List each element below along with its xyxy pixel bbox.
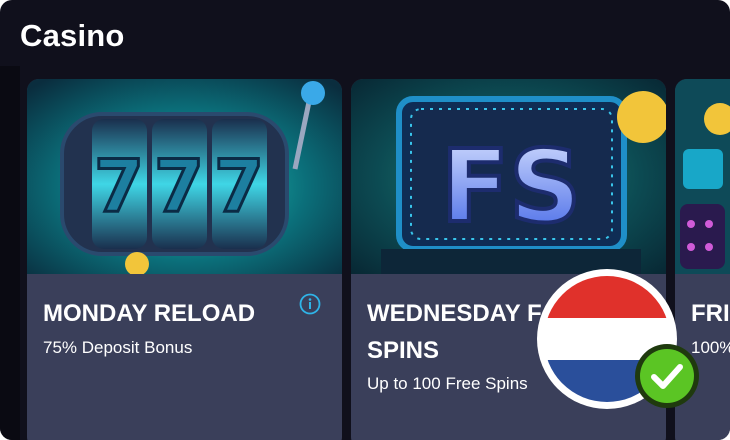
svg-text:7: 7 bbox=[154, 144, 204, 228]
dice-image bbox=[675, 79, 730, 274]
promo-card-monday-reload[interactable]: 7 7 7 MONDAY RELOAD 75% Deposit Bonus bbox=[27, 79, 342, 440]
slot-machine-image: 7 7 7 bbox=[27, 79, 342, 274]
casino-section: Casino 7 7 7 MONDAY RELOAD 75% Deposit B… bbox=[0, 0, 730, 440]
card-subtitle: Up to 100 Free Spins bbox=[367, 374, 528, 393]
section-title: Casino bbox=[20, 18, 125, 53]
card-title: FRI bbox=[691, 300, 730, 327]
svg-text:7: 7 bbox=[94, 144, 144, 228]
check-icon bbox=[635, 344, 699, 408]
card-subtitle: 75% Deposit Bonus bbox=[43, 338, 193, 357]
info-icon[interactable] bbox=[299, 293, 321, 315]
svg-text:FS: FS bbox=[441, 128, 581, 245]
svg-text:7: 7 bbox=[214, 144, 264, 228]
scroll-edge bbox=[0, 66, 20, 440]
card-title: MONDAY RELOAD bbox=[43, 300, 256, 327]
free-spins-image: FS bbox=[351, 79, 666, 274]
